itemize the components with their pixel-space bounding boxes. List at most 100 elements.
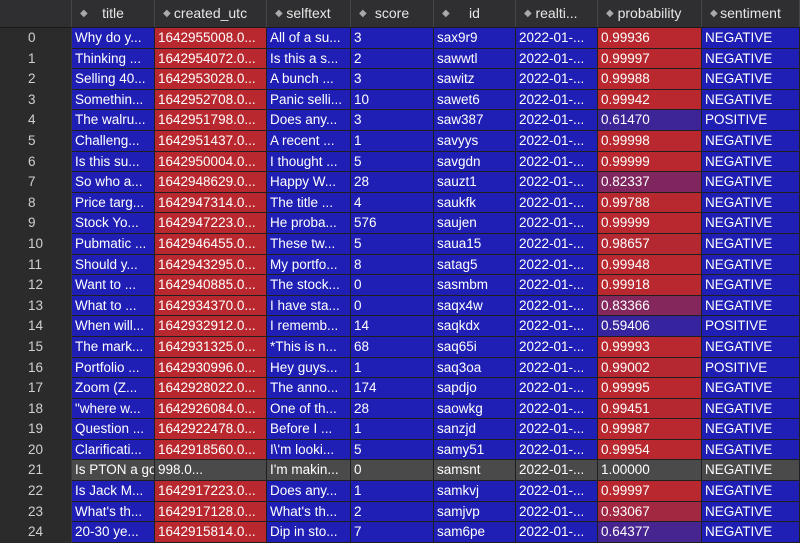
table-row[interactable]: 4 The walru... 1642951798.0... Does any... 3… bbox=[0, 110, 800, 131]
cell-title[interactable]: Why do y... bbox=[72, 28, 155, 49]
table-row[interactable]: 20 Clarificati... 1642918560.0... I\'m look… bbox=[0, 439, 800, 461]
cell-title[interactable]: Question ... bbox=[72, 419, 155, 440]
cell-sentiment[interactable]: NEGATIVE bbox=[702, 28, 800, 49]
cell-sentiment[interactable]: NEGATIVE bbox=[702, 130, 800, 152]
table-row[interactable]: 22 Is Jack M... 1642917223.0... Does any...… bbox=[0, 481, 800, 502]
cell-probability[interactable]: 0.61470 bbox=[598, 110, 702, 131]
table-row[interactable]: 12 Want to ... 1642940885.0... The stock...… bbox=[0, 275, 800, 296]
sort-icon[interactable]: ◆ bbox=[80, 0, 88, 27]
cell-id[interactable]: sapdjo bbox=[434, 378, 516, 399]
row-index[interactable]: 22 bbox=[0, 481, 72, 502]
cell-probability[interactable]: 0.99995 bbox=[598, 378, 702, 399]
cell-sentiment[interactable]: NEGATIVE bbox=[702, 501, 800, 523]
cell-id[interactable]: sam6pe bbox=[434, 522, 516, 543]
cell-score[interactable]: 68 bbox=[351, 336, 434, 358]
cell-score[interactable]: 2 bbox=[351, 501, 434, 523]
cell-probability[interactable]: 0.99954 bbox=[598, 439, 702, 461]
cell-sentiment[interactable]: NEGATIVE bbox=[702, 398, 800, 420]
cell-sentiment[interactable]: NEGATIVE bbox=[702, 89, 800, 111]
cell-created-utc[interactable]: 1642951798.0... bbox=[155, 110, 267, 131]
cell-selftext[interactable]: He proba... bbox=[267, 213, 351, 234]
cell-selftext[interactable]: A bunch ... bbox=[267, 69, 351, 90]
cell-score[interactable]: 7 bbox=[351, 522, 434, 543]
cell-realtime[interactable]: 2022-01-... bbox=[516, 254, 598, 276]
cell-score[interactable]: 3 bbox=[351, 69, 434, 90]
cell-selftext[interactable]: Happy W... bbox=[267, 172, 351, 193]
column-header-id[interactable]: ◆ id bbox=[434, 0, 516, 27]
cell-id[interactable]: saukfk bbox=[434, 192, 516, 214]
cell-title[interactable]: Should y... bbox=[72, 254, 155, 276]
cell-created-utc[interactable]: 1642917223.0... bbox=[155, 481, 267, 502]
cell-sentiment[interactable]: NEGATIVE bbox=[702, 233, 800, 255]
column-header-probability[interactable]: ◆ probability bbox=[598, 0, 702, 27]
table-row[interactable]: 21Is PTON a good buy?998.0...I'm makin..… bbox=[0, 460, 800, 482]
cell-score[interactable]: 0 bbox=[351, 295, 434, 317]
cell-realtime[interactable]: 2022-01-... bbox=[516, 336, 598, 358]
cell-selftext[interactable]: Panic selli... bbox=[267, 89, 351, 111]
cell-created-utc[interactable]: 998.0... bbox=[155, 460, 267, 482]
table-row[interactable]: 9 Stock Yo... 1642947223.0... He proba... 57… bbox=[0, 213, 800, 234]
cell-score[interactable]: 1 bbox=[351, 481, 434, 502]
row-index[interactable]: 4 bbox=[0, 110, 72, 131]
cell-sentiment[interactable]: NEGATIVE bbox=[702, 378, 800, 399]
column-header-selftext[interactable]: ◆ selftext bbox=[267, 0, 351, 27]
cell-title[interactable]: Is PTON a good buy? bbox=[72, 460, 155, 482]
row-index[interactable]: 3 bbox=[0, 89, 72, 111]
table-row[interactable]: 23 What's th... 1642917128.0... What's th..… bbox=[0, 501, 800, 523]
cell-title[interactable]: Is Jack M... bbox=[72, 481, 155, 502]
cell-realtime[interactable]: 2022-01-... bbox=[516, 233, 598, 255]
cell-score[interactable]: 174 bbox=[351, 378, 434, 399]
cell-selftext[interactable]: The anno... bbox=[267, 378, 351, 399]
cell-id[interactable]: sanzjd bbox=[434, 419, 516, 440]
row-index[interactable]: 18 bbox=[0, 398, 72, 420]
cell-created-utc[interactable]: 1642930996.0... bbox=[155, 357, 267, 379]
cell-title[interactable]: What's th... bbox=[72, 501, 155, 523]
cell-selftext[interactable]: I\'m looki... bbox=[267, 439, 351, 461]
sort-icon[interactable]: ◆ bbox=[442, 0, 450, 27]
cell-id[interactable]: saq65i bbox=[434, 336, 516, 358]
cell-score[interactable]: 28 bbox=[351, 398, 434, 420]
cell-sentiment[interactable]: NEGATIVE bbox=[702, 336, 800, 358]
cell-created-utc[interactable]: 1642926084.0... bbox=[155, 398, 267, 420]
cell-probability[interactable]: 0.99997 bbox=[598, 481, 702, 502]
cell-created-utc[interactable]: 1642948629.0... bbox=[155, 172, 267, 193]
cell-created-utc[interactable]: 1642950004.0... bbox=[155, 151, 267, 173]
cell-id[interactable]: sasmbm bbox=[434, 275, 516, 296]
column-header-title[interactable]: ◆ title bbox=[72, 0, 155, 27]
row-index[interactable]: 16 bbox=[0, 357, 72, 379]
column-header-realtime[interactable]: ◆ realti... bbox=[516, 0, 598, 27]
cell-realtime[interactable]: 2022-01-... bbox=[516, 275, 598, 296]
cell-title[interactable]: When will... bbox=[72, 316, 155, 337]
cell-id[interactable]: sawitz bbox=[434, 69, 516, 90]
row-index[interactable]: 19 bbox=[0, 419, 72, 440]
sort-icon[interactable]: ◆ bbox=[275, 0, 283, 27]
cell-created-utc[interactable]: 1642934370.0... bbox=[155, 295, 267, 317]
row-index[interactable]: 2 bbox=[0, 69, 72, 90]
cell-score[interactable]: 5 bbox=[351, 233, 434, 255]
row-index[interactable]: 9 bbox=[0, 213, 72, 234]
cell-sentiment[interactable]: NEGATIVE bbox=[702, 522, 800, 543]
sort-icon[interactable]: ◆ bbox=[163, 0, 171, 27]
cell-realtime[interactable]: 2022-01-... bbox=[516, 110, 598, 131]
table-row[interactable]: 14 When will... 1642932912.0... I rememb...… bbox=[0, 316, 800, 337]
cell-title[interactable]: Selling 40... bbox=[72, 69, 155, 90]
row-index[interactable]: 13 bbox=[0, 295, 72, 317]
cell-realtime[interactable]: 2022-01-... bbox=[516, 481, 598, 502]
cell-selftext[interactable]: I thought ... bbox=[267, 151, 351, 173]
cell-sentiment[interactable]: NEGATIVE bbox=[702, 192, 800, 214]
cell-score[interactable]: 2 bbox=[351, 48, 434, 70]
table-row[interactable]: 24 20-30 ye... 1642915814.0... Dip in sto..… bbox=[0, 522, 800, 543]
cell-selftext[interactable]: These tw... bbox=[267, 233, 351, 255]
cell-score[interactable]: 10 bbox=[351, 89, 434, 111]
cell-id[interactable]: saqkdx bbox=[434, 316, 516, 337]
cell-sentiment[interactable]: NEGATIVE bbox=[702, 481, 800, 502]
row-index[interactable]: 21 bbox=[0, 460, 72, 482]
cell-selftext[interactable]: The title ... bbox=[267, 192, 351, 214]
cell-probability[interactable]: 0.99788 bbox=[598, 192, 702, 214]
cell-realtime[interactable]: 2022-01-... bbox=[516, 213, 598, 234]
table-row[interactable]: 6 Is this su... 1642950004.0... I thought .… bbox=[0, 151, 800, 173]
cell-id[interactable]: samkvj bbox=[434, 481, 516, 502]
cell-id[interactable]: saujen bbox=[434, 213, 516, 234]
cell-title[interactable]: Want to ... bbox=[72, 275, 155, 296]
cell-title[interactable]: Clarificati... bbox=[72, 439, 155, 461]
